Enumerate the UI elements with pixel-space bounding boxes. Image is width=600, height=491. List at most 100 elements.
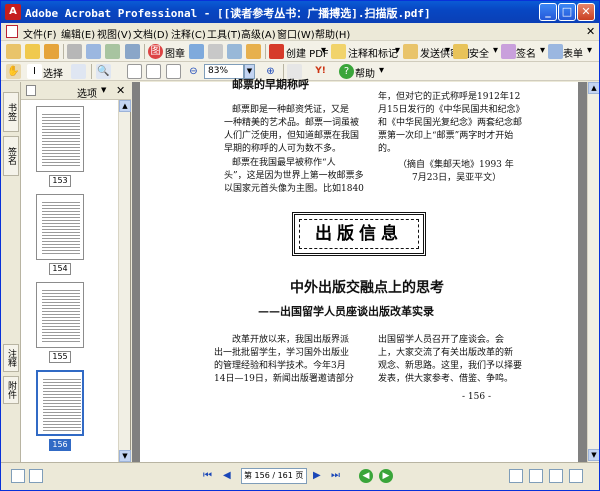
- menu-edit[interactable]: 编辑(E): [61, 26, 95, 41]
- send-review-dropdown[interactable]: ▾: [445, 45, 450, 56]
- create-pdf-icon[interactable]: [269, 44, 284, 59]
- yahoo-icon[interactable]: Y!: [313, 64, 328, 79]
- web-capture-icon[interactable]: [189, 44, 204, 59]
- status-bar: ⏮ ◀ 第 156 / 161 页 ▶ ⏭ ◀ ▶: [1, 462, 599, 490]
- search-icon[interactable]: [105, 44, 120, 59]
- panel-close-icon[interactable]: ✕: [116, 84, 125, 97]
- save-icon[interactable]: [44, 44, 59, 59]
- select-text-icon[interactable]: I: [27, 64, 42, 79]
- menu-help[interactable]: 帮助(H): [315, 26, 350, 41]
- subheadline: ——出国留学人员座谈出版改革实录: [258, 305, 434, 318]
- menu-tools[interactable]: 工具(T): [207, 26, 241, 41]
- help-dropdown[interactable]: ▾: [379, 65, 384, 76]
- create-icon[interactable]: [6, 44, 21, 59]
- select-label[interactable]: 选择: [43, 65, 63, 80]
- toolbar-divider: [63, 44, 64, 59]
- cd-icon[interactable]: [246, 44, 261, 59]
- menu-view[interactable]: 视图(V): [97, 26, 132, 41]
- secure-dropdown[interactable]: ▾: [493, 45, 498, 56]
- text-line: 月15日发行的《中华民国共和纪念》: [378, 105, 525, 115]
- camera-icon[interactable]: [227, 44, 242, 59]
- menu-document[interactable]: 文档(D): [133, 26, 169, 41]
- screen-icon[interactable]: [11, 469, 25, 483]
- scroll-down-icon[interactable]: ▼: [588, 449, 599, 461]
- menu-file[interactable]: 文件(F): [23, 26, 57, 41]
- organize-label[interactable]: 图章: [165, 45, 185, 60]
- continuous-facing-icon[interactable]: [569, 469, 583, 483]
- sign-label[interactable]: 签名: [516, 45, 536, 60]
- options-menu[interactable]: 选项: [77, 85, 97, 100]
- single-page-icon[interactable]: [509, 469, 523, 483]
- comment-icon[interactable]: [331, 44, 346, 59]
- text-line: 和《中华民国光复纪念》两套纪念邮: [378, 118, 523, 128]
- email-icon[interactable]: [86, 44, 101, 59]
- next-page-button[interactable]: ▶: [313, 470, 321, 481]
- forms-label[interactable]: 表单: [563, 45, 583, 60]
- maximize-button[interactable]: □: [558, 3, 576, 21]
- page-thumbnail[interactable]: [36, 282, 84, 348]
- continuous-icon[interactable]: [529, 469, 543, 483]
- text-line: 头”，这是因为世界上第一枚邮票多: [224, 171, 364, 181]
- first-page-button[interactable]: ⏮: [203, 470, 212, 481]
- page-thumbnail[interactable]: [36, 106, 84, 172]
- options-dropdown-icon[interactable]: ▼: [101, 86, 106, 94]
- menu-window[interactable]: 窗口(W): [277, 26, 315, 41]
- previous-view-button[interactable]: ◀: [359, 469, 373, 483]
- last-page-button[interactable]: ⏭: [331, 470, 340, 481]
- next-view-button[interactable]: ▶: [379, 469, 393, 483]
- lock-icon[interactable]: [453, 44, 468, 59]
- send-review-icon[interactable]: [403, 44, 418, 59]
- tab-comments[interactable]: 注释: [3, 344, 19, 372]
- document-view[interactable]: 邮票的早期称呼 邮票即是一种邮资凭证，又是 一种精美的艺术品。邮票一词虽被 人们…: [132, 78, 587, 462]
- document-icon[interactable]: [6, 25, 18, 38]
- comment-markup-label[interactable]: 注释和标记: [348, 45, 398, 60]
- open-folder-icon[interactable]: [25, 44, 40, 59]
- minimize-button[interactable]: _: [539, 3, 557, 21]
- zoom-in-icon[interactable]: 🔍: [96, 64, 111, 79]
- pen-icon[interactable]: [501, 44, 516, 59]
- forms-icon[interactable]: [548, 44, 563, 59]
- panel-scrollbar[interactable]: ▲ ▼: [118, 100, 131, 462]
- document-close-icon[interactable]: ✕: [586, 25, 595, 38]
- secure-label[interactable]: 安全: [469, 45, 489, 60]
- previous-page-button[interactable]: ◀: [223, 470, 231, 481]
- document-scrollbar[interactable]: ▲ ▼: [587, 82, 599, 462]
- stamp-icon[interactable]: 图: [148, 44, 163, 59]
- fit-width-icon[interactable]: [166, 64, 181, 79]
- tab-signatures[interactable]: 签名: [3, 136, 19, 176]
- actual-size-icon[interactable]: [127, 64, 142, 79]
- close-button[interactable]: ✕: [577, 3, 595, 21]
- page-thumbnail[interactable]: [36, 194, 84, 260]
- thumbnail-page-number[interactable]: 155: [49, 351, 71, 363]
- facing-icon[interactable]: [549, 469, 563, 483]
- forms-dropdown[interactable]: ▾: [587, 45, 592, 56]
- page-thumbnail-selected[interactable]: [36, 370, 84, 436]
- scroll-down-icon[interactable]: ▼: [119, 450, 131, 462]
- tab-attachments[interactable]: 附件: [3, 376, 19, 404]
- help-label[interactable]: 帮助: [355, 65, 375, 80]
- panel-toggle-icon[interactable]: [29, 469, 43, 483]
- attach-icon[interactable]: [125, 44, 140, 59]
- fit-page-icon[interactable]: [146, 64, 161, 79]
- create-pdf-dropdown[interactable]: ▾: [321, 45, 326, 56]
- scroll-up-icon[interactable]: ▲: [588, 82, 599, 94]
- page-number: - 156 -: [462, 392, 491, 402]
- thumbnail-page-number[interactable]: 153: [49, 175, 71, 187]
- print-icon[interactable]: [67, 44, 82, 59]
- hand-icon[interactable]: ✋: [6, 64, 21, 79]
- zoom-out-icon[interactable]: ⊖: [186, 64, 201, 79]
- help-icon[interactable]: ?: [339, 64, 354, 79]
- article-heading: 邮票的早期称呼: [232, 78, 309, 91]
- menu-comments[interactable]: 注释(C): [171, 26, 206, 41]
- page-options-icon[interactable]: [26, 85, 36, 96]
- snapshot-icon[interactable]: [71, 64, 86, 79]
- comment-dropdown[interactable]: ▾: [395, 45, 400, 56]
- scan-icon[interactable]: [208, 44, 223, 59]
- tab-bookmarks[interactable]: 书签: [3, 92, 19, 132]
- thumbnail-page-number-selected[interactable]: 156: [49, 439, 71, 451]
- page-number-field[interactable]: 第 156 / 161 页: [241, 468, 307, 484]
- menu-advanced[interactable]: 高级(A): [241, 26, 276, 41]
- sign-dropdown[interactable]: ▾: [540, 45, 545, 56]
- scroll-up-icon[interactable]: ▲: [119, 100, 131, 112]
- thumbnail-page-number[interactable]: 154: [49, 263, 71, 275]
